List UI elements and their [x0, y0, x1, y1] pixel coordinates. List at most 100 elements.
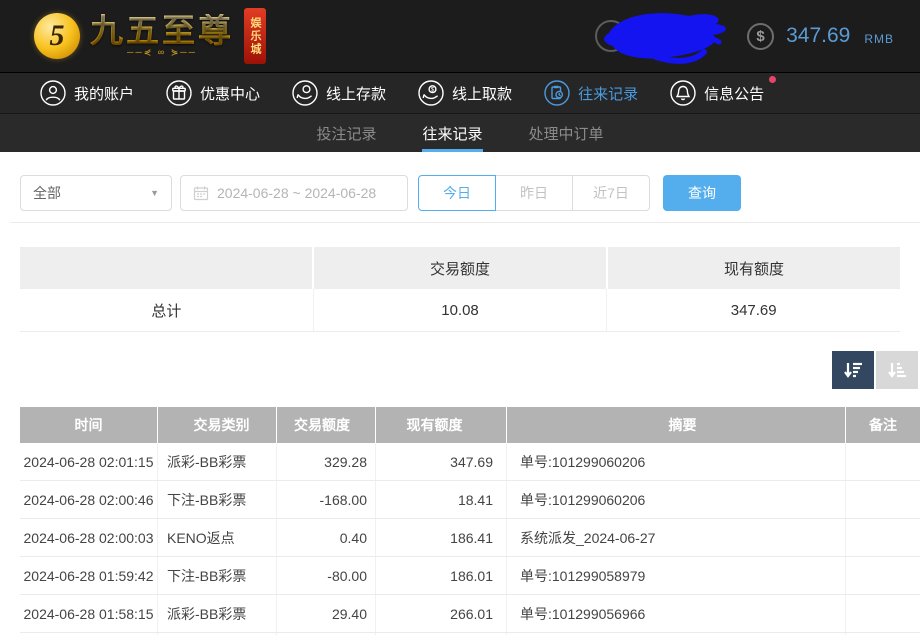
tab-betting-records[interactable]: 投注记录	[316, 114, 376, 152]
cell-balance: 186.41	[375, 519, 506, 556]
sort-descending-icon	[842, 359, 864, 381]
cell-time: 2024-06-28 02:00:03	[20, 519, 157, 556]
summary-header-transaction: 交易额度	[312, 247, 606, 289]
nav-label: 线上存款	[326, 83, 386, 104]
search-button[interactable]: 查询	[663, 175, 741, 211]
col-header-note: 备注	[845, 407, 920, 443]
cell-amount: -80.00	[276, 557, 375, 594]
cell-type: 下注-BB彩票	[157, 481, 276, 518]
brand-name: 九五至尊	[90, 14, 234, 49]
cell-note	[845, 519, 920, 556]
calendar-icon	[193, 185, 209, 201]
col-header-summary: 摘要	[506, 407, 845, 443]
summary-table: 交易额度 现有额度 总计 10.08 347.69	[20, 247, 900, 332]
cell-summary: 单号:101299060206	[506, 443, 845, 480]
cell-balance: 347.69	[375, 443, 506, 480]
quick-range-group: 今日 昨日 近7日	[418, 175, 650, 211]
nav-item-my-account[interactable]: 我的账户	[40, 80, 134, 106]
sort-ascending-icon	[886, 359, 908, 381]
nav-item-deposit[interactable]: 线上存款	[292, 80, 386, 106]
section-divider	[10, 222, 920, 223]
cell-balance: 266.01	[375, 595, 506, 632]
cell-note	[845, 557, 920, 594]
nav-label: 信息公告	[704, 83, 764, 104]
cell-amount: 29.40	[276, 595, 375, 632]
last7days-button[interactable]: 近7日	[572, 175, 650, 211]
summary-total-row: 总计 10.08 347.69	[20, 289, 900, 332]
cell-time: 2024-06-28 02:00:46	[20, 481, 157, 518]
cell-note	[845, 481, 920, 518]
cell-summary: 系统派发_2024-06-27	[506, 519, 845, 556]
sort-descending-button[interactable]	[832, 351, 874, 389]
col-header-time: 时间	[20, 407, 157, 443]
transaction-records-page: 5 九五至尊 ──⋞ ∞ ⋟── 娱乐城 $ 347.69 RMB	[0, 0, 920, 635]
nav-label: 往来记录	[578, 83, 638, 104]
cell-type: 派彩-BB彩票	[157, 443, 276, 480]
cell-time: 2024-06-28 02:01:15	[20, 443, 157, 480]
date-range-input[interactable]: 2024-06-28 ~ 2024-06-28	[180, 175, 408, 211]
summary-current-balance: 347.69	[606, 289, 900, 331]
nav-item-transaction-records[interactable]: 往来记录	[544, 80, 638, 106]
cell-time: 2024-06-28 01:59:42	[20, 557, 157, 594]
deposit-icon	[292, 80, 318, 106]
chevron-down-icon: ▼	[150, 188, 159, 198]
record-tabs: 投注记录 往来记录 处理中订单	[0, 113, 920, 152]
cell-balance: 18.41	[375, 481, 506, 518]
sort-controls	[0, 351, 918, 389]
cell-balance: 186.01	[375, 557, 506, 594]
gift-icon	[166, 80, 192, 106]
cell-type: 下注-BB彩票	[157, 557, 276, 594]
cell-time: 2024-06-28 01:58:15	[20, 595, 157, 632]
balance-area: $ 347.69 RMB	[595, 7, 894, 65]
cell-amount: 329.28	[276, 443, 375, 480]
redacted-username	[595, 7, 735, 65]
table-row: 2024-06-28 02:00:46 下注-BB彩票 -168.00 18.4…	[20, 481, 920, 519]
yesterday-button[interactable]: 昨日	[495, 175, 573, 211]
type-filter-select[interactable]: 全部 ▼	[20, 175, 172, 211]
today-button[interactable]: 今日	[418, 175, 496, 211]
type-filter-value: 全部	[33, 183, 61, 203]
user-icon	[40, 80, 66, 106]
site-logo[interactable]: 5 九五至尊 ──⋞ ∞ ⋟── 娱乐城	[34, 8, 266, 64]
logo-monogram-icon: 5	[34, 13, 80, 59]
main-nav: 我的账户 优惠中心 线上存款 $ 线上取款	[0, 73, 920, 113]
balance-amount: 347.69	[786, 24, 850, 48]
cell-note	[845, 595, 920, 632]
nav-item-announcements[interactable]: 信息公告	[670, 80, 764, 106]
currency-dollar-icon: $	[747, 23, 774, 50]
nav-label: 优惠中心	[200, 83, 260, 104]
brand-flourish-decor: ──⋞ ∞ ⋟──	[127, 47, 197, 58]
tab-transaction-records[interactable]: 往来记录	[422, 114, 482, 152]
withdraw-icon: $	[418, 80, 444, 106]
summary-header-row: 交易额度 现有额度	[20, 247, 900, 289]
cell-type: KENO返点	[157, 519, 276, 556]
summary-total-label: 总计	[20, 289, 313, 331]
summary-transaction-total: 10.08	[313, 289, 607, 331]
brand-badge: 娱乐城	[244, 8, 266, 64]
records-icon	[544, 80, 570, 106]
sort-ascending-button[interactable]	[876, 351, 918, 389]
cell-summary: 单号:101299056966	[506, 595, 845, 632]
nav-item-promotions[interactable]: 优惠中心	[166, 80, 260, 106]
redaction-scribble	[601, 7, 733, 65]
top-header: 5 九五至尊 ──⋞ ∞ ⋟── 娱乐城 $ 347.69 RMB	[0, 0, 920, 73]
summary-header-empty	[20, 247, 312, 289]
bell-icon	[670, 80, 696, 106]
cell-summary: 单号:101299060206	[506, 481, 845, 518]
table-row: 2024-06-28 01:58:15 派彩-BB彩票 29.40 266.01…	[20, 595, 920, 633]
summary-header-balance: 现有额度	[606, 247, 900, 289]
date-range-value: 2024-06-28 ~ 2024-06-28	[217, 185, 376, 201]
nav-item-withdraw[interactable]: $ 线上取款	[418, 80, 512, 106]
notification-dot	[769, 76, 776, 83]
balance-currency: RMB	[864, 26, 894, 46]
cell-summary: 单号:101299058979	[506, 557, 845, 594]
table-row: 2024-06-28 02:00:03 KENO返点 0.40 186.41 系…	[20, 519, 920, 557]
cell-type: 派彩-BB彩票	[157, 595, 276, 632]
filter-bar: 全部 ▼ 2024-06-28 ~ 2024-06-28 今日 昨日 近7日 查…	[0, 152, 920, 218]
logo-monogram: 5	[50, 21, 65, 51]
records-table: 时间 交易类别 交易额度 现有额度 摘要 备注 2024-06-28 02:01…	[20, 407, 920, 635]
records-table-header: 时间 交易类别 交易额度 现有额度 摘要 备注	[20, 407, 920, 443]
cell-note	[845, 443, 920, 480]
tab-pending-orders[interactable]: 处理中订单	[529, 114, 604, 152]
cell-amount: 0.40	[276, 519, 375, 556]
